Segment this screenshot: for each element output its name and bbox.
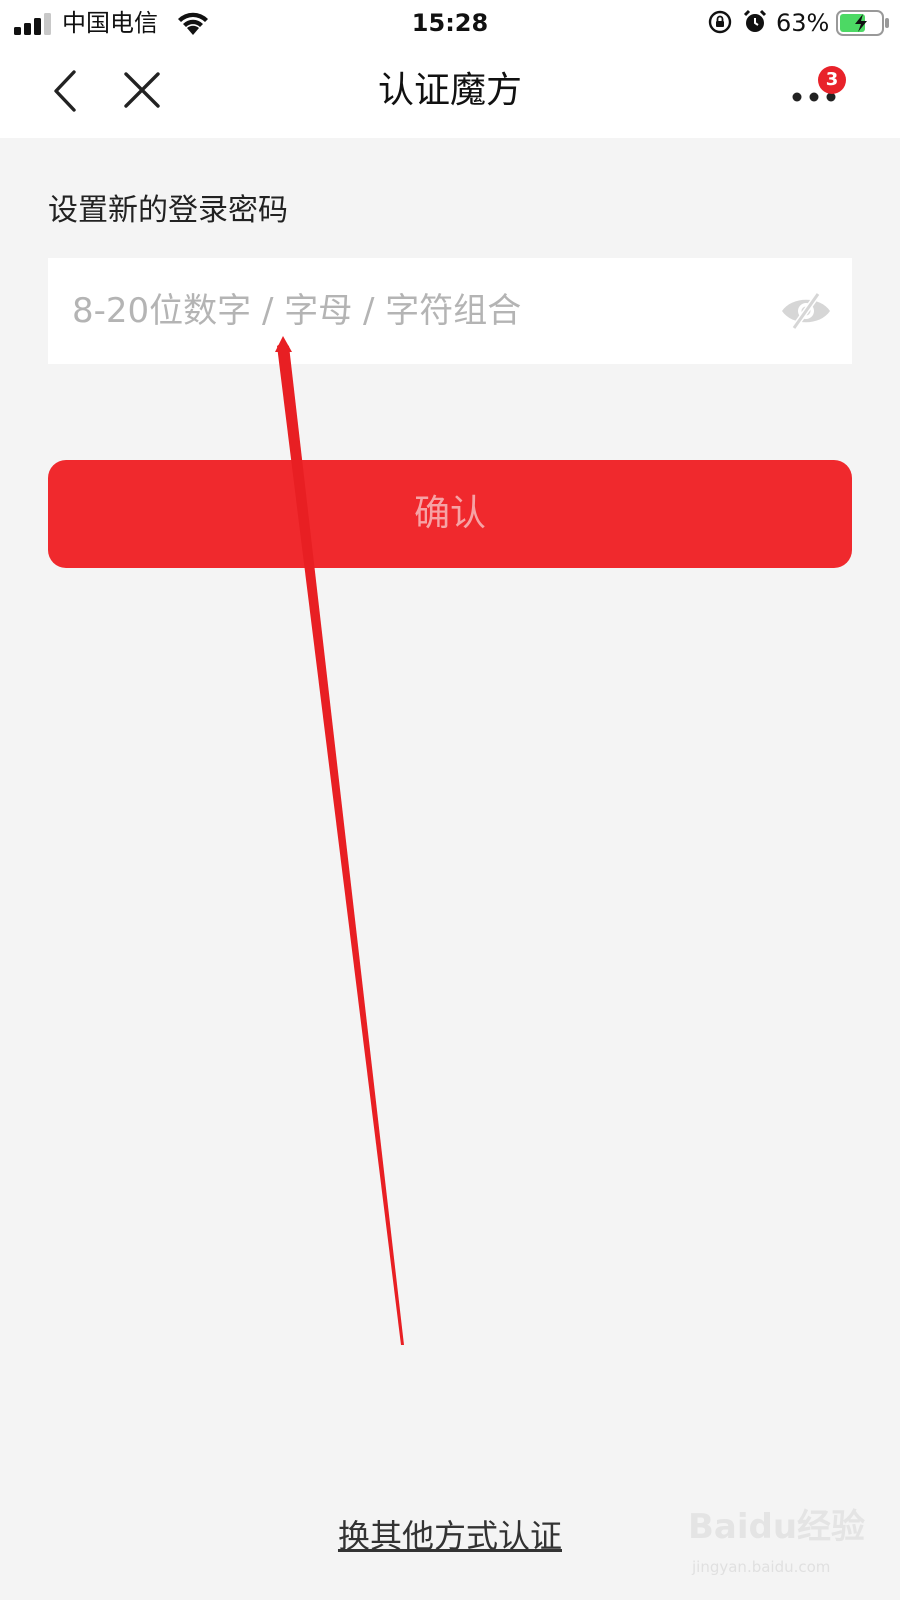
watermark-brand: Baidu经验 (688, 1507, 866, 1547)
confirm-button[interactable]: 确认 (48, 460, 852, 568)
annotation-arrow (275, 336, 404, 1345)
battery-percent: 63% (776, 9, 830, 37)
eye-hidden-icon[interactable] (778, 288, 834, 334)
orientation-lock-icon (708, 10, 732, 34)
password-input[interactable] (72, 258, 752, 364)
password-field (48, 258, 852, 364)
nav-bar: 认证魔方 3 (0, 46, 900, 138)
password-field-label: 设置新的登录密码 (48, 193, 288, 228)
watermark-url: jingyan.baidu.com (692, 1558, 831, 1576)
battery-charging-icon (836, 10, 889, 36)
switch-method-label[interactable]: 换其他方式认证 (338, 1517, 562, 1555)
more-menu-button[interactable]: 3 (784, 66, 846, 122)
notification-badge: 3 (818, 66, 846, 94)
alarm-icon (743, 9, 767, 32)
page-title: 认证魔方 (377, 70, 522, 111)
status-bar: 中国电信 15:28 63% (0, 0, 900, 46)
watermark-logo: Baidu经验 jingyan.baidu.com (688, 1502, 888, 1592)
